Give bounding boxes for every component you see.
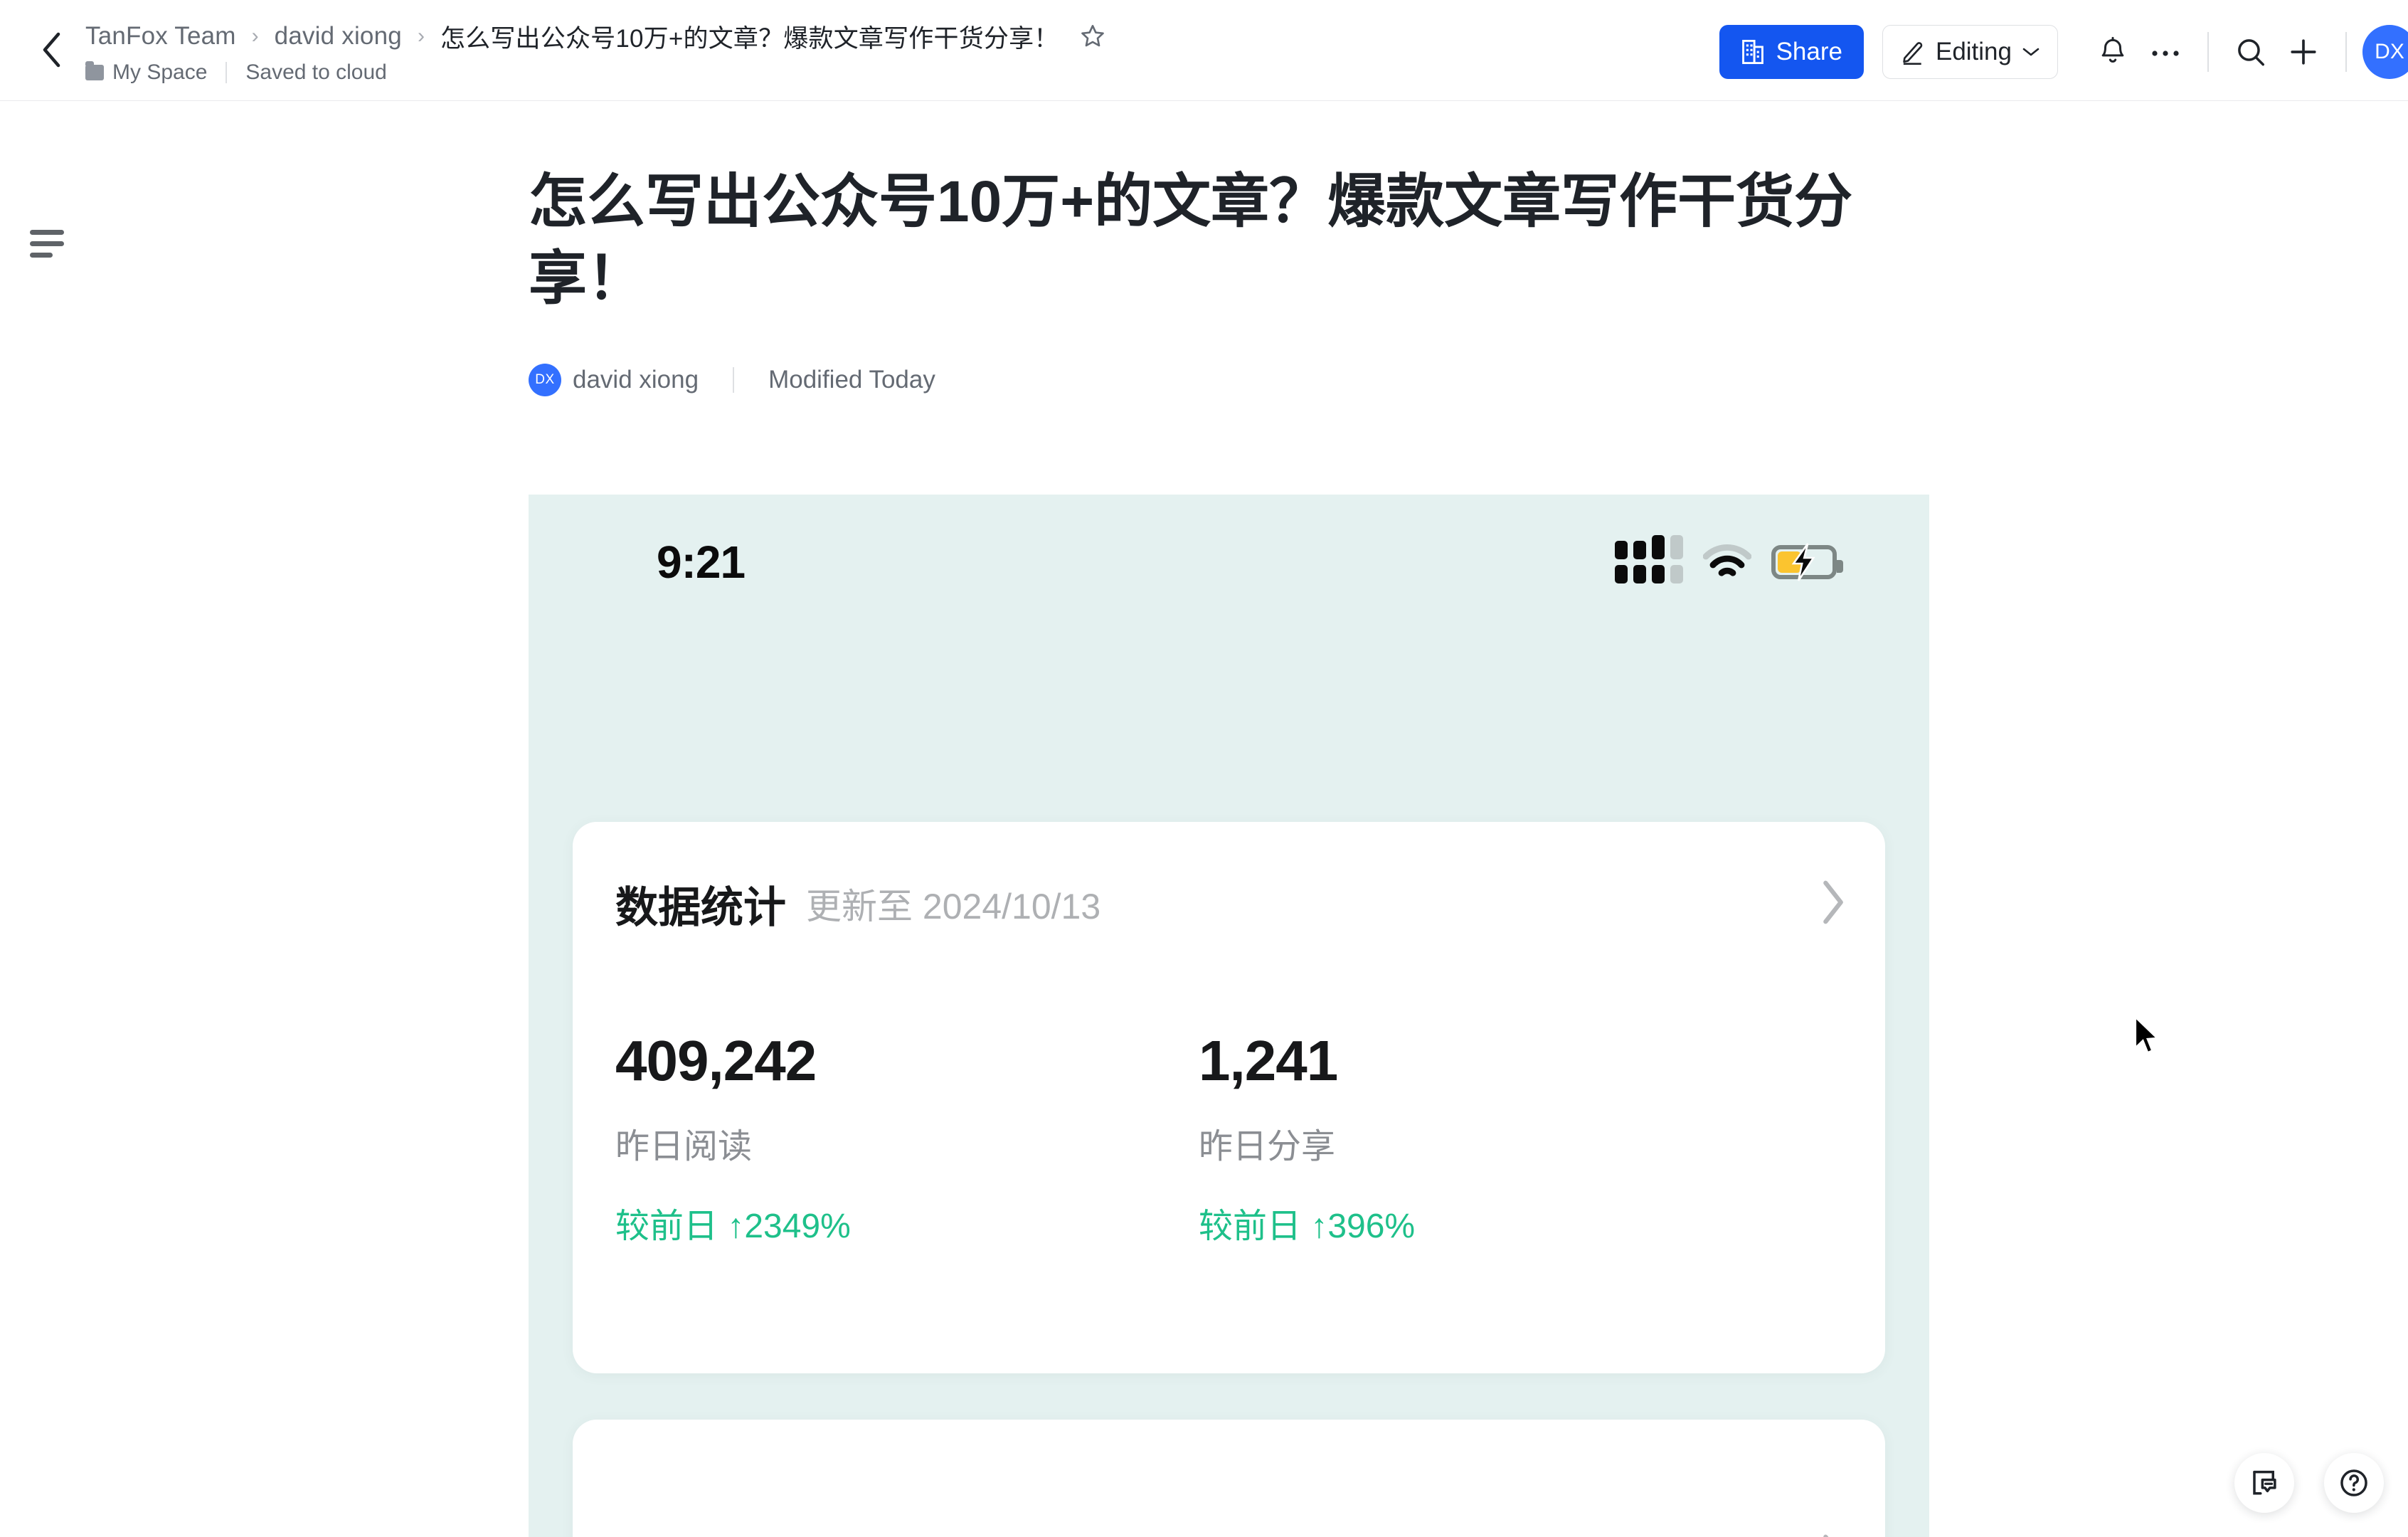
chevron-right-icon (1823, 1534, 1829, 1537)
comment-doc-icon (2253, 1470, 2276, 1495)
status-bar-indicators (1615, 535, 1843, 583)
stats-card-chevron-button[interactable] (1820, 877, 1848, 931)
metric-read: 409,242 昨日阅读 较前日 ↑2349% (615, 1028, 1199, 1247)
divider (2345, 32, 2347, 72)
metric-share: 1,241 昨日分享 较前日 ↑396% (1199, 1028, 1782, 1247)
chevron-right-icon (1823, 880, 1843, 924)
page-title[interactable]: 怎么写出公众号10万+的文章？爆款文章写作干货分享！ (529, 164, 1880, 317)
breadcrumb-separator: › (417, 24, 425, 48)
outline-toggle-button[interactable] (30, 222, 73, 265)
more-options-button[interactable] (2139, 26, 2192, 78)
chevron-down-icon (2022, 48, 2040, 56)
floating-action-buttons (2234, 1453, 2384, 1513)
favorite-star-button[interactable] (1078, 22, 1108, 51)
followers-card-title: 关注我的人 (615, 1526, 836, 1537)
toolbar-actions: Share Editing DX (1719, 20, 2408, 84)
stats-card-title: 数据统计 (615, 883, 786, 931)
star-outline-icon (1081, 25, 1104, 47)
followers-card-header: 关注我的人 1420 (615, 1526, 1848, 1537)
breadcrumb-separator: › (251, 24, 259, 48)
save-status: Saved to cloud (245, 60, 387, 84)
bolt-icon (1791, 543, 1815, 581)
followers-card-chevron-button[interactable] (1820, 1531, 1848, 1537)
breadcrumb: TanFox Team › david xiong › 怎么写出公众号10万+的… (85, 19, 1108, 90)
edit-mode-button[interactable]: Editing (1882, 25, 2058, 79)
breadcrumb-item-owner[interactable]: david xiong (275, 22, 402, 51)
bell-icon (2101, 36, 2124, 63)
comments-button[interactable] (2234, 1453, 2294, 1513)
divider (733, 367, 735, 394)
embedded-mobile-screenshot[interactable]: 9:21 数据统计 更新至 2024/10/13 409,242 昨日阅读 较前… (529, 495, 1929, 1537)
breadcrumb-item-document[interactable]: 怎么写出公众号10万+的文章？爆款文章写作干货分享！ (440, 19, 1059, 55)
edit-mode-label: Editing (1935, 38, 2012, 65)
add-button[interactable] (2277, 26, 2330, 78)
ellipsis-icon (2152, 51, 2179, 56)
metric-label: 昨日分享 (1199, 1128, 1336, 1166)
metric-value: 1,241 (1199, 1029, 1338, 1092)
signal-bars-icon (1615, 535, 1683, 583)
mouse-cursor (2134, 1016, 2159, 1054)
breadcrumb-item-team[interactable]: TanFox Team (85, 22, 236, 51)
metric-value: 409,242 (615, 1029, 817, 1092)
share-button-label: Share (1776, 38, 1842, 65)
author-name[interactable]: david xiong (573, 366, 699, 394)
share-button[interactable]: Share (1719, 25, 1864, 79)
space-label[interactable]: My Space (112, 60, 207, 85)
byline: DX david xiong Modified Today (529, 360, 1930, 400)
followers-card[interactable]: 关注我的人 1420 (573, 1420, 1885, 1537)
stats-card-header: 数据统计 更新至 2024/10/13 (615, 875, 1848, 933)
metric-delta: 较前日 ↑396% (1199, 1208, 1416, 1245)
modified-time: Modified Today (768, 366, 935, 394)
back-button[interactable] (31, 30, 71, 70)
divider (226, 62, 228, 83)
wifi-icon (1703, 544, 1751, 576)
stats-card-subtitle: 更新至 2024/10/13 (806, 887, 1101, 926)
avatar[interactable]: DX (529, 364, 561, 397)
metric-label: 昨日阅读 (615, 1128, 753, 1166)
status-bar-clock: 9:21 (657, 537, 746, 588)
help-button[interactable] (2324, 1453, 2384, 1513)
chevron-left-icon (43, 32, 60, 68)
folder-icon (85, 61, 104, 80)
top-bar: TanFox Team › david xiong › 怎么写出公众号10万+的… (0, 0, 2408, 101)
search-button[interactable] (2224, 26, 2277, 78)
divider (2207, 32, 2209, 72)
user-avatar[interactable]: DX (2362, 25, 2408, 79)
outline-list-icon (30, 229, 64, 235)
notifications-button[interactable] (2086, 26, 2139, 78)
stats-card[interactable]: 数据统计 更新至 2024/10/13 409,242 昨日阅读 较前日 ↑23… (573, 822, 1885, 1373)
mobile-status-bar: 9:21 (529, 495, 1929, 630)
share-org-icon (1741, 40, 1763, 64)
metric-delta: 较前日 ↑2349% (615, 1208, 851, 1245)
followers-count: 1420 (854, 1535, 943, 1537)
help-circle-icon (2340, 1469, 2367, 1496)
search-icon (2238, 39, 2264, 66)
stats-metrics: 409,242 昨日阅读 较前日 ↑2349% 1,241 昨日分享 较前日 ↑… (615, 1028, 1842, 1247)
plus-icon (2291, 39, 2316, 65)
document-body: 怎么写出公众号10万+的文章？爆款文章写作干货分享！ DX david xion… (529, 164, 1930, 400)
pencil-icon (1903, 42, 1923, 65)
battery-charging-icon (1771, 543, 1843, 581)
